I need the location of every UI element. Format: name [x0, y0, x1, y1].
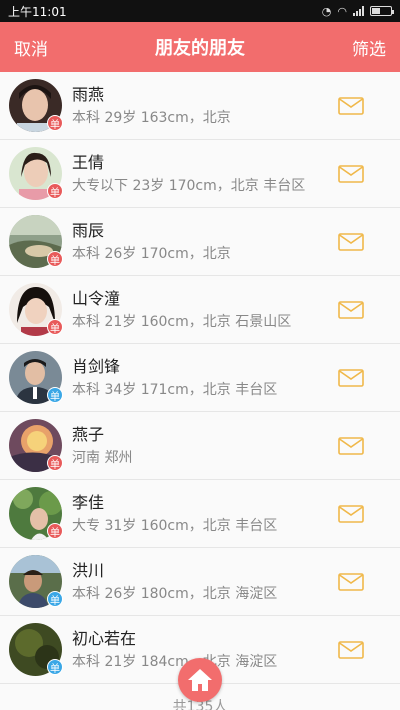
cancel-button[interactable]: 取消 — [14, 35, 48, 60]
list-item[interactable]: 单 洪川 本科 26岁 180cm，北京 海淀区 — [0, 548, 400, 616]
avatar-container: 单 — [9, 147, 63, 200]
title-bar: 取消 朋友的朋友 筛选 — [0, 22, 400, 72]
avatar-container: 单 — [9, 351, 63, 404]
mail-icon[interactable] — [338, 164, 364, 183]
avatar-container: 单 — [9, 283, 63, 336]
status-bar: 上午11:01 ◔ ◠ — [0, 0, 400, 22]
mail-icon[interactable] — [338, 232, 364, 251]
single-status-badge: 单 — [47, 115, 63, 131]
alarm-icon: ◔ — [321, 4, 332, 18]
single-status-badge: 单 — [47, 387, 63, 403]
single-status-badge: 单 — [47, 591, 63, 607]
mail-icon[interactable] — [338, 572, 364, 591]
list-item[interactable]: 单 雨辰 本科 26岁 170cm，北京 — [0, 208, 400, 276]
avatar-container: 单 — [9, 79, 63, 132]
list-item[interactable]: 单 王倩 大专以下 23岁 170cm，北京 丰台区 — [0, 140, 400, 208]
avatar-container: 单 — [9, 487, 63, 540]
list-item[interactable]: 单 山令潼 本科 21岁 160cm，北京 石景山区 — [0, 276, 400, 344]
single-status-badge: 单 — [47, 523, 63, 539]
single-status-badge: 单 — [47, 319, 63, 335]
mail-icon[interactable] — [338, 96, 364, 115]
single-status-badge: 单 — [47, 183, 63, 199]
list-item[interactable]: 单 燕子 河南 郑州 — [0, 412, 400, 480]
signal-icon — [353, 6, 364, 16]
avatar-container: 单 — [9, 419, 63, 472]
home-button[interactable] — [178, 658, 222, 702]
avatar-container: 单 — [9, 215, 63, 268]
status-time: 上午11:01 — [8, 4, 67, 19]
mail-icon[interactable] — [338, 504, 364, 523]
page-title: 朋友的朋友 — [155, 38, 245, 59]
list-item[interactable]: 单 雨燕 本科 29岁 163cm，北京 — [0, 72, 400, 140]
friends-list: 单 雨燕 本科 29岁 163cm，北京 单 王倩 大专以下 23岁 170cm… — [0, 72, 400, 684]
single-status-badge: 单 — [47, 251, 63, 267]
avatar-container: 单 — [9, 555, 63, 608]
battery-icon — [370, 6, 394, 16]
list-item[interactable]: 单 李佳 大专 31岁 160cm，北京 丰台区 — [0, 480, 400, 548]
single-status-badge: 单 — [47, 659, 63, 675]
wifi-icon: ◠ — [337, 4, 347, 18]
status-icons: ◔ ◠ — [321, 4, 394, 18]
avatar-container: 单 — [9, 623, 63, 676]
home-icon — [188, 669, 212, 691]
mail-icon[interactable] — [338, 300, 364, 319]
filter-button[interactable]: 筛选 — [352, 35, 386, 60]
mail-icon[interactable] — [338, 436, 364, 455]
single-status-badge: 单 — [47, 455, 63, 471]
mail-icon[interactable] — [338, 640, 364, 659]
mail-icon[interactable] — [338, 368, 364, 387]
list-item[interactable]: 单 肖剑锋 本科 34岁 171cm，北京 丰台区 — [0, 344, 400, 412]
